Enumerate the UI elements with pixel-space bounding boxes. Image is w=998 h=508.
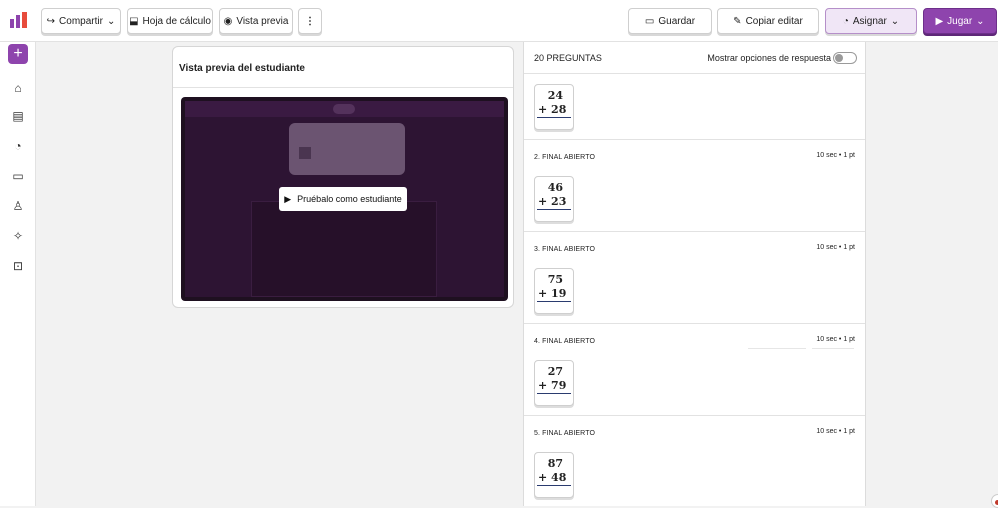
try-as-student-button[interactable]: ▶ Pruébalo como estudiante xyxy=(279,187,407,211)
chevron-down-icon: ⌄ xyxy=(106,15,116,27)
app-logo[interactable] xyxy=(9,11,29,29)
math-expression: 27 + 79 xyxy=(534,360,574,406)
questions-header: 20 PREGUNTAS Mostrar opciones de respues… xyxy=(524,42,865,74)
assign-button[interactable]: ◔ Asignar ⌄ xyxy=(825,8,917,34)
sum-line xyxy=(537,301,571,302)
sparkle-icon[interactable]: ✧ xyxy=(10,228,26,244)
question-item-3[interactable]: 3. FINAL ABIERTO 10 sec • 1 pt 75 + 19 xyxy=(524,232,865,324)
sum-line xyxy=(537,393,571,394)
document-icon[interactable]: ▤ xyxy=(10,108,26,124)
clock-icon: ◔ xyxy=(842,15,849,27)
play-button[interactable]: ▶ Jugar ⌄ xyxy=(923,8,997,34)
play-icon: ▶ xyxy=(935,15,944,27)
spreadsheet-button[interactable]: ⬓ Hoja de cálculo xyxy=(127,8,213,34)
question-meta: 10 sec • 1 pt xyxy=(816,336,855,343)
eye-icon: ◉ xyxy=(223,15,233,27)
save-icon: ▭ xyxy=(644,15,655,27)
question-label: 4. FINAL ABIERTO xyxy=(534,338,595,345)
question-meta: 10 sec • 1 pt xyxy=(816,152,855,159)
question-item-1[interactable]: 24 + 28 xyxy=(524,74,865,140)
save-button[interactable]: ▭ Guardar xyxy=(628,8,712,34)
more-icon: ⋮ xyxy=(305,15,315,27)
question-meta: 10 sec • 1 pt xyxy=(816,428,855,435)
question-item-2[interactable]: 2. FINAL ABIERTO 10 sec • 1 pt 46 + 23 xyxy=(524,140,865,232)
math-expression: 87 + 48 xyxy=(534,452,574,498)
preview-pill xyxy=(333,104,355,114)
chevron-down-icon: ⌄ xyxy=(976,15,985,27)
question-label: 5. FINAL ABIERTO xyxy=(534,430,595,437)
hover-divider xyxy=(812,348,854,349)
spreadsheet-icon: ⬓ xyxy=(129,15,139,27)
preview-button[interactable]: ◉ Vista previa xyxy=(219,8,293,34)
math-expression: 24 + 28 xyxy=(534,84,574,130)
hover-divider xyxy=(748,348,806,349)
math-expression: 75 + 19 xyxy=(534,268,574,314)
share-button[interactable]: ↪ Compartir ⌄ xyxy=(41,8,121,34)
feedback-icon[interactable]: ⊡ xyxy=(10,258,26,274)
presentation-icon[interactable]: ▭ xyxy=(10,168,26,184)
question-item-5[interactable]: 5. FINAL ABIERTO 10 sec • 1 pt 87 + 48 xyxy=(524,416,865,506)
add-button[interactable]: + xyxy=(8,44,28,64)
sum-line xyxy=(537,117,571,118)
share-icon: ↪ xyxy=(46,15,56,27)
toggle-knob xyxy=(835,54,843,62)
edit-icon: ✎ xyxy=(733,15,742,27)
preview-image-placeholder xyxy=(299,147,311,159)
play-icon: ▶ xyxy=(284,193,292,204)
questions-panel: 20 PREGUNTAS Mostrar opciones de respues… xyxy=(523,42,866,506)
copy-edit-button[interactable]: ✎ Copiar editar xyxy=(717,8,819,34)
preview-topbar xyxy=(185,101,504,117)
student-preview-card: Vista previa del estudiante ▶ Pruébalo c… xyxy=(172,46,514,308)
preview-question-card xyxy=(289,123,405,175)
user-icon[interactable]: ♙ xyxy=(10,198,26,214)
question-meta: 10 sec • 1 pt xyxy=(816,244,855,251)
home-icon[interactable]: ⌂ xyxy=(10,80,26,96)
sum-line xyxy=(537,209,571,210)
preview-answer-area xyxy=(251,201,437,297)
show-options-label: Mostrar opciones de respuesta xyxy=(707,53,831,63)
sum-line xyxy=(537,485,571,486)
question-label: 3. FINAL ABIERTO xyxy=(534,246,595,253)
math-expression: 46 + 23 xyxy=(534,176,574,222)
question-label: 2. FINAL ABIERTO xyxy=(534,154,595,161)
left-sidebar: + ⌂ ▤ ◔ ▭ ♙ ✧ ⊡ xyxy=(0,42,36,506)
show-options-toggle[interactable] xyxy=(833,52,857,64)
more-options-button[interactable]: ⋮ xyxy=(298,8,322,34)
top-toolbar: ↪ Compartir ⌄ ⬓ Hoja de cálculo ◉ Vista … xyxy=(0,0,998,42)
preview-title: Vista previa del estudiante xyxy=(179,63,305,74)
preview-screen: ▶ Pruébalo como estudiante xyxy=(181,97,508,301)
question-count: 20 PREGUNTAS xyxy=(534,53,602,63)
chevron-down-icon: ⌄ xyxy=(890,15,900,27)
chart-icon[interactable]: ◔ xyxy=(10,138,26,154)
question-item-4[interactable]: 4. FINAL ABIERTO 10 sec • 1 pt 27 + 79 xyxy=(524,324,865,416)
divider xyxy=(173,87,513,88)
